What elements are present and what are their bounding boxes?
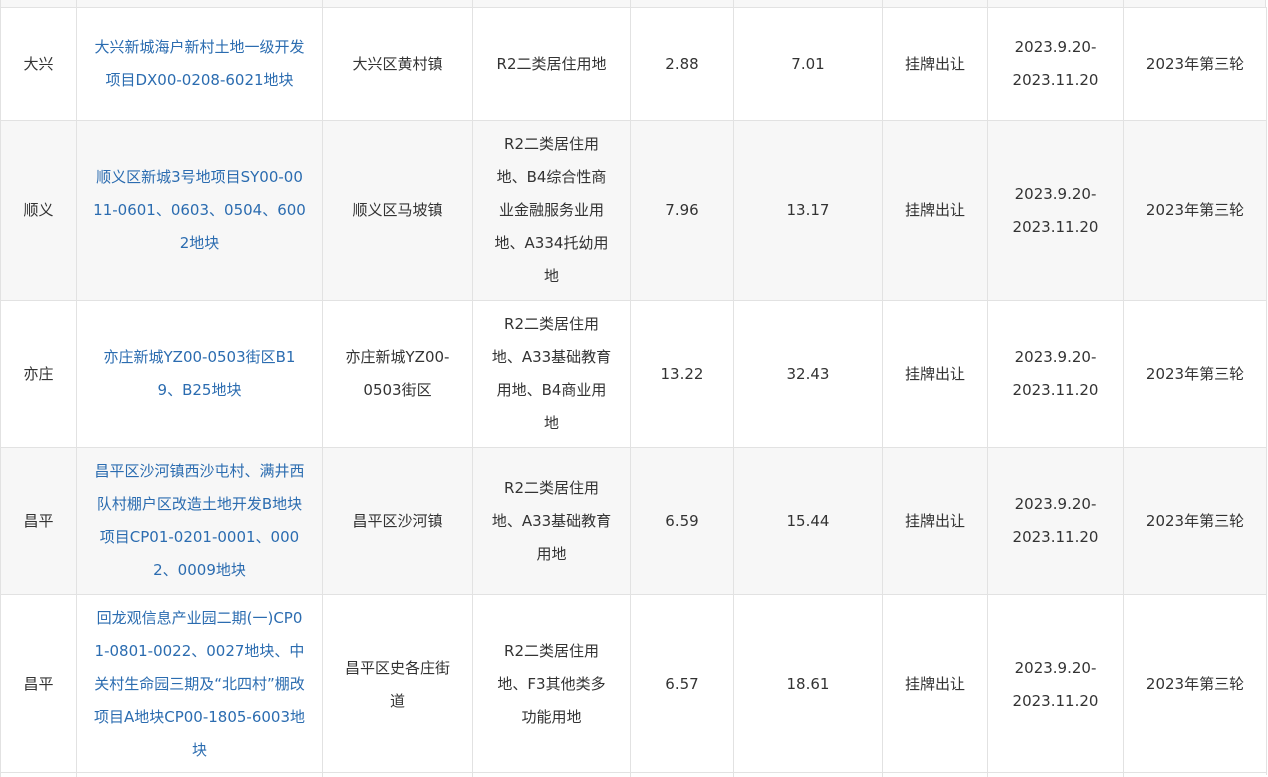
transfer-method-cell: 挂牌出让 bbox=[882, 300, 988, 448]
period-start: 2023.9.20- bbox=[1014, 495, 1097, 513]
transfer-method-cell: 挂牌出让 bbox=[882, 594, 988, 775]
area-cell: 6.59 bbox=[630, 447, 734, 595]
period-start: 2023.9.20- bbox=[1014, 184, 1097, 203]
district-cell: 昌平 bbox=[0, 447, 77, 595]
round-cell: 2023年第三轮 bbox=[1123, 594, 1267, 775]
period-cell: 2023.9.20- 2023.11.20 bbox=[987, 7, 1124, 121]
period-end: 2023.11.20 bbox=[1012, 691, 1099, 710]
value-cell: 7.01 bbox=[733, 7, 883, 121]
location-cell: 大兴区黄村镇 bbox=[322, 7, 473, 121]
period-start: 2023.9.20- bbox=[1014, 658, 1097, 677]
period-end: 2023.11.20 bbox=[1012, 71, 1099, 89]
value-cell: 32.43 bbox=[733, 300, 883, 448]
district-cell: 亦庄 bbox=[0, 300, 77, 448]
period-cell: 2023.9.20- 2023.11.20 bbox=[987, 447, 1124, 595]
location-cell: 顺义区马坡镇 bbox=[322, 120, 473, 301]
table-row: 昌平 回龙观信息产业园二期(一)CP01-0801-0022、0027地块、中关… bbox=[0, 594, 1267, 775]
project-link[interactable]: 回龙观信息产业园二期(一)CP01-0801-0022、0027地块、中关村生命… bbox=[76, 594, 323, 775]
area-cell: 2.88 bbox=[630, 7, 734, 121]
table-row: 昌平 昌平区沙河镇西沙屯村、满井西队村棚户区改造土地开发B地块项目CP01-02… bbox=[0, 447, 1267, 595]
land-use-cell: R2二类居住用地 bbox=[472, 7, 631, 121]
land-use-cell: R2二类居住用地、A33基础教育用地 bbox=[472, 447, 631, 595]
land-use-cell: R2二类居住用地、B4综合性商业金融服务业用地、A334托幼用地 bbox=[472, 120, 631, 301]
period-end: 2023.11.20 bbox=[1012, 381, 1099, 399]
district-cell: 大兴 bbox=[0, 7, 77, 121]
value-cell: 18.61 bbox=[733, 594, 883, 775]
table-row: 顺义 顺义区新城3号地项目SY00-0011-0601、0603、0504、60… bbox=[0, 120, 1267, 301]
project-link[interactable]: 大兴新城海户新村土地一级开发项目DX00-0208-6021地块 bbox=[76, 7, 323, 121]
round-cell: 2023年第三轮 bbox=[1123, 300, 1267, 448]
period-end: 2023.11.20 bbox=[1012, 528, 1099, 546]
land-parcel-table: 大兴 大兴新城海户新村土地一级开发项目DX00-0208-6021地块 大兴区黄… bbox=[0, 7, 1267, 775]
location-cell: 亦庄新城YZ00-0503街区 bbox=[322, 300, 473, 448]
area-cell: 13.22 bbox=[630, 300, 734, 448]
period-cell: 2023.9.20- 2023.11.20 bbox=[987, 120, 1124, 301]
area-cell: 7.96 bbox=[630, 120, 734, 301]
period-start: 2023.9.20- bbox=[1014, 38, 1097, 56]
round-cell: 2023年第三轮 bbox=[1123, 447, 1267, 595]
location-cell: 昌平区沙河镇 bbox=[322, 447, 473, 595]
round-cell: 2023年第三轮 bbox=[1123, 120, 1267, 301]
land-table-container: 大兴 大兴新城海户新村土地一级开发项目DX00-0208-6021地块 大兴区黄… bbox=[0, 0, 1268, 777]
table-row: 亦庄 亦庄新城YZ00-0503街区B19、B25地块 亦庄新城YZ00-050… bbox=[0, 300, 1267, 448]
period-cell: 2023.9.20- 2023.11.20 bbox=[987, 594, 1124, 775]
period-cell: 2023.9.20- 2023.11.20 bbox=[987, 300, 1124, 448]
project-link[interactable]: 亦庄新城YZ00-0503街区B19、B25地块 bbox=[76, 300, 323, 448]
area-cell: 6.57 bbox=[630, 594, 734, 775]
period-start: 2023.9.20- bbox=[1014, 348, 1097, 366]
table-row: 大兴 大兴新城海户新村土地一级开发项目DX00-0208-6021地块 大兴区黄… bbox=[0, 7, 1267, 121]
project-link[interactable]: 顺义区新城3号地项目SY00-0011-0601、0603、0504、6002地… bbox=[76, 120, 323, 301]
value-cell: 13.17 bbox=[733, 120, 883, 301]
land-use-cell: R2二类居住用地、F3其他类多功能用地 bbox=[472, 594, 631, 775]
next-row-edge bbox=[0, 772, 1266, 777]
round-cell: 2023年第三轮 bbox=[1123, 7, 1267, 121]
previous-row-edge bbox=[0, 0, 1266, 7]
value-cell: 15.44 bbox=[733, 447, 883, 595]
land-use-cell: R2二类居住用地、A33基础教育用地、B4商业用地 bbox=[472, 300, 631, 448]
project-link[interactable]: 昌平区沙河镇西沙屯村、满井西队村棚户区改造土地开发B地块项目CP01-0201-… bbox=[76, 447, 323, 595]
location-cell: 昌平区史各庄街道 bbox=[322, 594, 473, 775]
period-end: 2023.11.20 bbox=[1012, 217, 1099, 236]
district-cell: 昌平 bbox=[0, 594, 77, 775]
district-cell: 顺义 bbox=[0, 120, 77, 301]
transfer-method-cell: 挂牌出让 bbox=[882, 7, 988, 121]
transfer-method-cell: 挂牌出让 bbox=[882, 120, 988, 301]
transfer-method-cell: 挂牌出让 bbox=[882, 447, 988, 595]
